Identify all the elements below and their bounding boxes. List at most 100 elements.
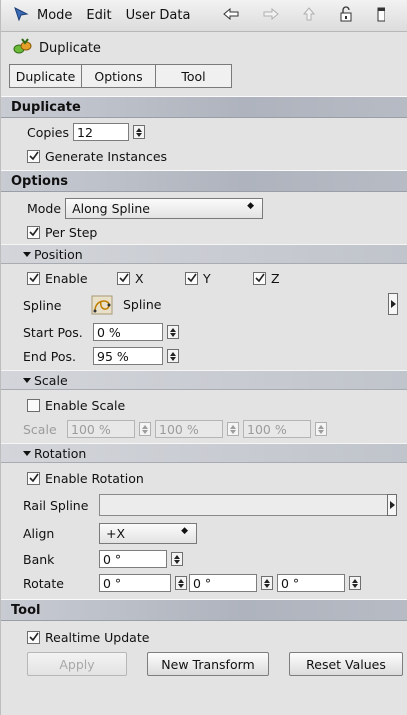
rotate-h-field[interactable]: 0 ° (99, 574, 171, 592)
realtime-update-row: Realtime Update (1, 625, 407, 649)
group-rotation[interactable]: Rotation (1, 443, 407, 463)
menu-edit[interactable]: Edit (86, 8, 111, 23)
rotate-p-field[interactable]: 0 ° (189, 574, 257, 592)
tab-duplicate[interactable]: Duplicate (9, 64, 82, 88)
rail-spline-label: Rail Spline (23, 497, 89, 513)
rail-spline-link-field[interactable] (99, 494, 397, 516)
z-checkbox[interactable] (253, 271, 266, 285)
up-arrow-icon[interactable] (303, 7, 315, 21)
scale-x-stepper[interactable] (139, 422, 151, 436)
scale-x-field[interactable]: 100 % (67, 420, 135, 438)
dropdown-arrow-icon: ◆ (181, 526, 188, 536)
enable-axes-row: Enable X Y Z (1, 266, 407, 290)
end-pos-label: End Pos. (23, 348, 76, 364)
rotation-title: Rotation (34, 445, 87, 461)
scale-z-stepper[interactable] (315, 422, 327, 436)
x-checkbox[interactable] (117, 271, 130, 285)
end-pos-field[interactable]: 95 % (93, 347, 163, 365)
scale-y-stepper[interactable] (227, 422, 239, 436)
rotate-b-field[interactable]: 0 ° (277, 574, 345, 592)
menu-bar: Mode Edit User Data (1, 0, 407, 32)
y-checkbox[interactable] (185, 271, 198, 285)
enable-rotation-checkbox[interactable] (27, 471, 40, 485)
menu-mode[interactable]: Mode (37, 8, 72, 23)
back-arrow-icon[interactable] (223, 8, 239, 20)
pointer-icon[interactable] (13, 6, 29, 25)
z-label: Z (271, 270, 280, 286)
rotate-row: Rotate 0 ° 0 ° 0 ° (1, 571, 407, 595)
collapse-triangle-icon (23, 251, 31, 257)
section-tool[interactable]: Tool (1, 599, 407, 621)
collapse-triangle-icon (23, 450, 31, 456)
position-enable-checkbox[interactable] (27, 271, 40, 285)
scale-title: Scale (34, 372, 68, 388)
y-label: Y (203, 270, 211, 286)
lock-icon[interactable] (339, 6, 353, 22)
start-pos-stepper[interactable] (167, 325, 179, 339)
new-window-icon[interactable] (377, 6, 385, 22)
group-position[interactable]: Position (1, 244, 407, 264)
bank-label: Bank (23, 551, 55, 567)
group-scale[interactable]: Scale (1, 370, 407, 390)
tab-bar: Duplicate Options Tool (1, 64, 407, 90)
tool-buttons-row: Apply New Transform Reset Values (1, 649, 407, 679)
rotate-label: Rotate (23, 575, 64, 591)
realtime-update-checkbox[interactable] (27, 630, 40, 644)
start-pos-label: Start Pos. (23, 324, 83, 340)
bank-field[interactable]: 0 ° (99, 550, 167, 568)
align-row: Align +X ◆ (1, 520, 407, 547)
end-pos-stepper[interactable] (167, 349, 179, 363)
generate-instances-label: Generate Instances (45, 148, 168, 164)
copies-row: Copies 12 (1, 120, 407, 144)
rail-spline-menu-button[interactable] (387, 494, 397, 516)
rotate-b-stepper[interactable] (349, 576, 361, 590)
mode-value: Along Spline (72, 200, 150, 216)
end-pos-row: End Pos. 95 % (1, 344, 407, 368)
rotate-h-stepper[interactable] (175, 576, 187, 590)
per-step-checkbox[interactable] (27, 225, 40, 239)
attribute-manager-panel: Mode Edit User Data Duplicate Duplicate … (0, 0, 407, 715)
section-options[interactable]: Options (1, 170, 407, 192)
collapse-triangle-icon (23, 377, 31, 383)
mode-dropdown[interactable]: Along Spline ◆ (65, 197, 264, 219)
position-title: Position (34, 246, 83, 262)
generate-instances-row: Generate Instances (1, 144, 407, 168)
enable-rotation-row: Enable Rotation (1, 466, 407, 490)
tab-tool[interactable]: Tool (156, 64, 232, 88)
navigation-buttons (223, 6, 399, 22)
per-step-row: Per Step (1, 220, 407, 244)
align-dropdown[interactable]: +X ◆ (99, 523, 197, 544)
mode-row: Mode Along Spline ◆ (1, 196, 407, 220)
scale-z-field[interactable]: 100 % (243, 420, 311, 438)
enable-rotation-label: Enable Rotation (45, 470, 144, 486)
spline-link-menu-button[interactable] (388, 293, 398, 315)
rotate-p-stepper[interactable] (261, 576, 273, 590)
align-label: Align (23, 526, 55, 541)
reset-values-button[interactable]: Reset Values (289, 652, 403, 676)
spline-label: Spline (23, 297, 62, 313)
scale-y-field[interactable]: 100 % (155, 420, 223, 438)
menu-user-data[interactable]: User Data (126, 8, 191, 23)
spline-link-field[interactable]: Spline (85, 293, 398, 316)
copies-label: Copies (27, 124, 69, 140)
copies-field[interactable]: 12 (73, 123, 129, 141)
enable-scale-row: Enable Scale (1, 393, 407, 417)
apply-button[interactable]: Apply (27, 652, 127, 676)
new-transform-button[interactable]: New Transform (147, 652, 269, 676)
generate-instances-checkbox[interactable] (27, 149, 40, 163)
spline-row: Spline Spline (1, 290, 407, 320)
forward-arrow-icon[interactable] (263, 8, 279, 20)
section-duplicate[interactable]: Duplicate (1, 96, 407, 118)
realtime-update-label: Realtime Update (45, 629, 150, 645)
scale-label: Scale (23, 421, 57, 437)
start-pos-row: Start Pos. 0 % (1, 320, 407, 344)
enable-scale-checkbox[interactable] (27, 398, 40, 412)
bank-stepper[interactable] (171, 552, 183, 566)
mode-label: Mode (27, 200, 62, 216)
enable-scale-label: Enable Scale (45, 397, 126, 413)
scale-values-row: Scale 100 % 100 % 100 % (1, 417, 407, 441)
position-enable-label: Enable (45, 270, 88, 286)
copies-stepper[interactable] (133, 125, 145, 139)
tab-options[interactable]: Options (82, 64, 156, 88)
start-pos-field[interactable]: 0 % (93, 323, 163, 341)
